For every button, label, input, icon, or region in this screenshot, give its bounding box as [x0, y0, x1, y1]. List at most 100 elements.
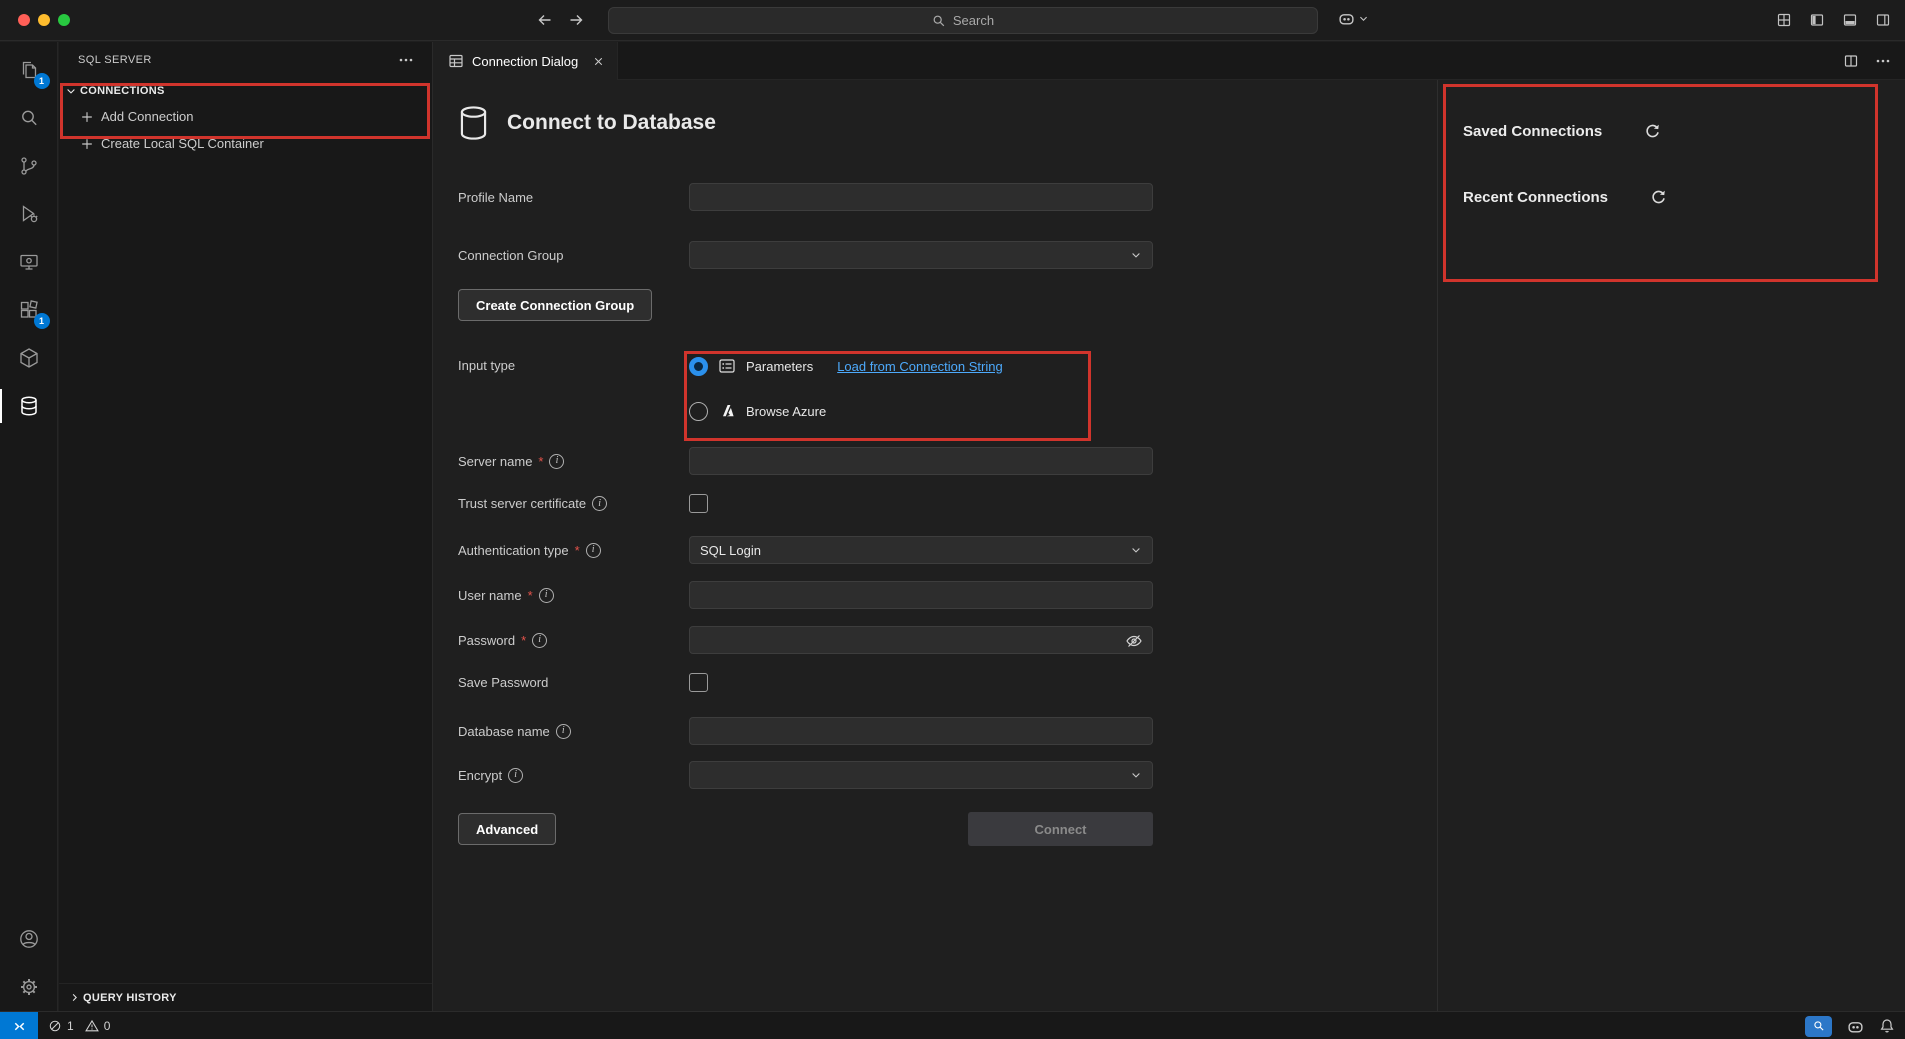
- toggle-panel-icon[interactable]: [1842, 12, 1858, 28]
- save-password-checkbox[interactable]: [689, 673, 708, 692]
- password-label: Password* i: [458, 633, 689, 648]
- recent-connections-row: Recent Connections: [1463, 186, 1905, 208]
- query-history-section-header[interactable]: QUERY HISTORY: [59, 985, 432, 1010]
- editor-area: Connection Dialog Connect to Databas: [434, 42, 1905, 1011]
- search-placeholder: Search: [953, 13, 994, 28]
- sidebar-header: SQL SERVER: [59, 42, 432, 78]
- input-type-option-parameters[interactable]: Parameters Load from Connection String: [689, 353, 1003, 379]
- encrypt-select[interactable]: [689, 761, 1153, 789]
- info-icon[interactable]: i: [549, 454, 564, 469]
- connections-section-header[interactable]: CONNECTIONS: [59, 78, 432, 103]
- user-name-label: User name* i: [458, 588, 689, 603]
- server-name-label: Server name* i: [458, 454, 689, 469]
- radio-unselected-icon[interactable]: [689, 402, 708, 421]
- connection-group-select[interactable]: [689, 241, 1153, 269]
- sidebar-sql-server: SQL SERVER CONNECTIONS Add Connection Cr…: [59, 42, 433, 1011]
- database-name-input[interactable]: [689, 717, 1153, 745]
- sidebar-item-remote-explorer[interactable]: [0, 238, 58, 286]
- status-bar-right: [1805, 1012, 1895, 1039]
- more-actions-icon[interactable]: [398, 52, 414, 68]
- warning-icon: [85, 1019, 99, 1033]
- warning-count: 0: [104, 1020, 111, 1032]
- input-type-option-browse-azure[interactable]: Browse Azure: [689, 398, 1003, 424]
- search-icon: [932, 14, 946, 28]
- more-actions-icon[interactable]: [1875, 53, 1891, 69]
- connection-dialog-icon: [448, 53, 464, 69]
- browse-azure-option-label: Browse Azure: [746, 404, 826, 419]
- create-local-sql-container-item[interactable]: Create Local SQL Container: [59, 130, 432, 157]
- profile-name-input[interactable]: [689, 183, 1153, 211]
- radio-selected-icon[interactable]: [689, 357, 708, 376]
- info-icon[interactable]: i: [532, 633, 547, 648]
- sidebar-title: SQL SERVER: [78, 54, 398, 66]
- window-controls: [18, 14, 70, 26]
- trust-server-certificate-checkbox[interactable]: [689, 494, 708, 513]
- chevron-down-icon: [1358, 13, 1369, 24]
- navigate-back-button[interactable]: [532, 8, 558, 32]
- explorer-badge: 1: [34, 73, 50, 89]
- navigate-forward-button[interactable]: [563, 8, 589, 32]
- authentication-type-select[interactable]: SQL Login: [689, 536, 1153, 564]
- sidebar-item-search[interactable]: [0, 94, 58, 142]
- close-window-button[interactable]: [18, 14, 30, 26]
- info-icon[interactable]: i: [539, 588, 554, 603]
- sidebar-item-containers[interactable]: [0, 334, 58, 382]
- accounts-button[interactable]: [0, 915, 58, 963]
- save-password-label: Save Password: [458, 675, 689, 690]
- zoom-status-button[interactable]: [1805, 1016, 1832, 1037]
- toggle-secondary-sidebar-icon[interactable]: [1875, 12, 1891, 28]
- load-from-connection-string-link[interactable]: Load from Connection String: [837, 359, 1002, 374]
- info-icon[interactable]: i: [508, 768, 523, 783]
- create-connection-group-button[interactable]: Create Connection Group: [458, 289, 652, 321]
- title-bar: Search: [0, 0, 1905, 41]
- error-icon: [48, 1019, 62, 1033]
- copilot-icon[interactable]: [1847, 1018, 1864, 1035]
- close-icon[interactable]: [592, 55, 605, 68]
- azure-icon: [718, 402, 736, 420]
- tab-connection-dialog[interactable]: Connection Dialog: [434, 42, 618, 80]
- chevron-right-icon: [65, 992, 80, 1003]
- split-editor-icon[interactable]: [1843, 53, 1859, 69]
- refresh-icon[interactable]: [1644, 123, 1661, 140]
- tab-strip: Connection Dialog: [434, 42, 1905, 80]
- input-type-label: Input type: [458, 353, 689, 373]
- command-center-search[interactable]: Search: [608, 7, 1318, 34]
- sidebar-item-extensions[interactable]: 1: [0, 286, 58, 334]
- settings-button[interactable]: [0, 963, 58, 1011]
- account-icon: [17, 927, 41, 951]
- add-connection-item[interactable]: Add Connection: [59, 103, 432, 130]
- problems-status[interactable]: 1 0: [48, 1012, 110, 1039]
- toggle-primary-sidebar-icon[interactable]: [1809, 12, 1825, 28]
- password-input[interactable]: [689, 626, 1153, 654]
- bell-icon[interactable]: [1879, 1018, 1895, 1034]
- add-connection-label: Add Connection: [101, 109, 194, 124]
- sidebar-item-sql-server[interactable]: [0, 382, 58, 430]
- gear-icon: [17, 975, 41, 999]
- chevron-down-icon: [1130, 769, 1142, 781]
- connections-panel: Saved Connections Recent Connections: [1437, 80, 1905, 1011]
- authentication-type-value: SQL Login: [700, 543, 761, 558]
- advanced-button[interactable]: Advanced: [458, 813, 556, 845]
- server-name-input[interactable]: [689, 447, 1153, 475]
- authentication-type-label: Authentication type* i: [458, 543, 689, 558]
- layout-controls: [1776, 12, 1891, 28]
- tab-label: Connection Dialog: [472, 54, 578, 69]
- run-and-debug-icon: [17, 202, 41, 226]
- remote-indicator[interactable]: [0, 1012, 38, 1039]
- minimize-window-button[interactable]: [38, 14, 50, 26]
- sidebar-item-source-control[interactable]: [0, 142, 58, 190]
- sidebar-item-run-debug[interactable]: [0, 190, 58, 238]
- connect-button[interactable]: Connect: [968, 812, 1153, 846]
- customize-layout-icon[interactable]: [1776, 12, 1792, 28]
- info-icon[interactable]: i: [586, 543, 601, 558]
- info-icon[interactable]: i: [556, 724, 571, 739]
- eye-off-icon[interactable]: [1125, 632, 1143, 650]
- copilot-menu-button[interactable]: [1338, 10, 1369, 27]
- info-icon[interactable]: i: [592, 496, 607, 511]
- sidebar-item-explorer[interactable]: 1: [0, 46, 58, 94]
- input-type-radio-group: Parameters Load from Connection String B…: [689, 353, 1003, 424]
- user-name-input[interactable]: [689, 581, 1153, 609]
- maximize-window-button[interactable]: [58, 14, 70, 26]
- page-heading: Connect to Database: [458, 105, 716, 141]
- refresh-icon[interactable]: [1650, 189, 1667, 206]
